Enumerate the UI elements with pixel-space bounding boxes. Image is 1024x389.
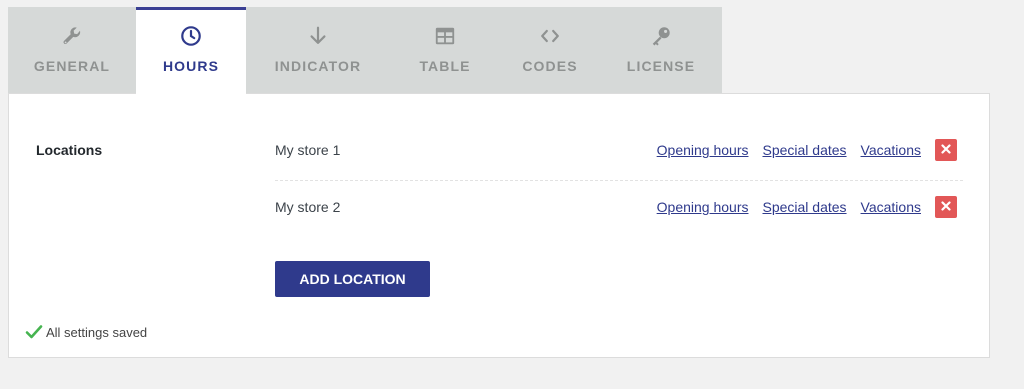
tab-label: TABLE [419, 58, 471, 74]
hours-panel: Locations My store 1 Opening hours Speci… [8, 93, 990, 358]
code-icon [538, 24, 562, 48]
table-icon [433, 24, 457, 48]
special-dates-link[interactable]: Special dates [762, 199, 846, 215]
location-actions: Opening hours Special dates Vacations [643, 132, 963, 168]
key-icon [649, 24, 673, 48]
location-row: My store 1 Opening hours Special dates V… [275, 132, 963, 168]
tab-label: CODES [522, 58, 578, 74]
tab-label: HOURS [162, 58, 220, 74]
tab-indicator[interactable]: INDICATOR [246, 7, 390, 93]
add-location-button[interactable]: ADD LOCATION [275, 261, 430, 297]
tab-codes[interactable]: CODES [500, 7, 600, 93]
tab-label: LICENSE [626, 58, 696, 74]
close-icon [941, 198, 951, 216]
row-divider [275, 180, 963, 181]
tab-label: GENERAL [33, 58, 111, 74]
location-name: My store 1 [275, 142, 341, 158]
opening-hours-link[interactable]: Opening hours [657, 199, 749, 215]
close-icon [941, 141, 951, 159]
settings-page: GENERAL HOURS INDICATOR TABLE CODES LICE… [0, 0, 1024, 389]
vacations-link[interactable]: Vacations [861, 199, 921, 215]
tab-table[interactable]: TABLE [390, 7, 500, 93]
wrench-icon [60, 24, 84, 48]
tab-license[interactable]: LICENSE [600, 7, 722, 93]
save-status: All settings saved [25, 323, 147, 341]
status-text: All settings saved [46, 324, 148, 340]
vacations-link[interactable]: Vacations [861, 142, 921, 158]
clock-icon [179, 24, 203, 48]
tab-hours[interactable]: HOURS [136, 7, 246, 94]
special-dates-link[interactable]: Special dates [762, 142, 846, 158]
arrow-down-icon [306, 24, 330, 48]
location-name: My store 2 [275, 199, 341, 215]
location-row: My store 2 Opening hours Special dates V… [275, 189, 963, 225]
tab-label: INDICATOR [274, 58, 362, 74]
location-actions: Opening hours Special dates Vacations [643, 189, 963, 225]
remove-location-button[interactable] [935, 139, 957, 161]
remove-location-button[interactable] [935, 196, 957, 218]
tab-bar: GENERAL HOURS INDICATOR TABLE CODES LICE… [8, 7, 722, 94]
tab-general[interactable]: GENERAL [8, 7, 136, 93]
checkmark-icon [25, 323, 43, 341]
locations-label: Locations [36, 142, 103, 158]
opening-hours-link[interactable]: Opening hours [657, 142, 749, 158]
